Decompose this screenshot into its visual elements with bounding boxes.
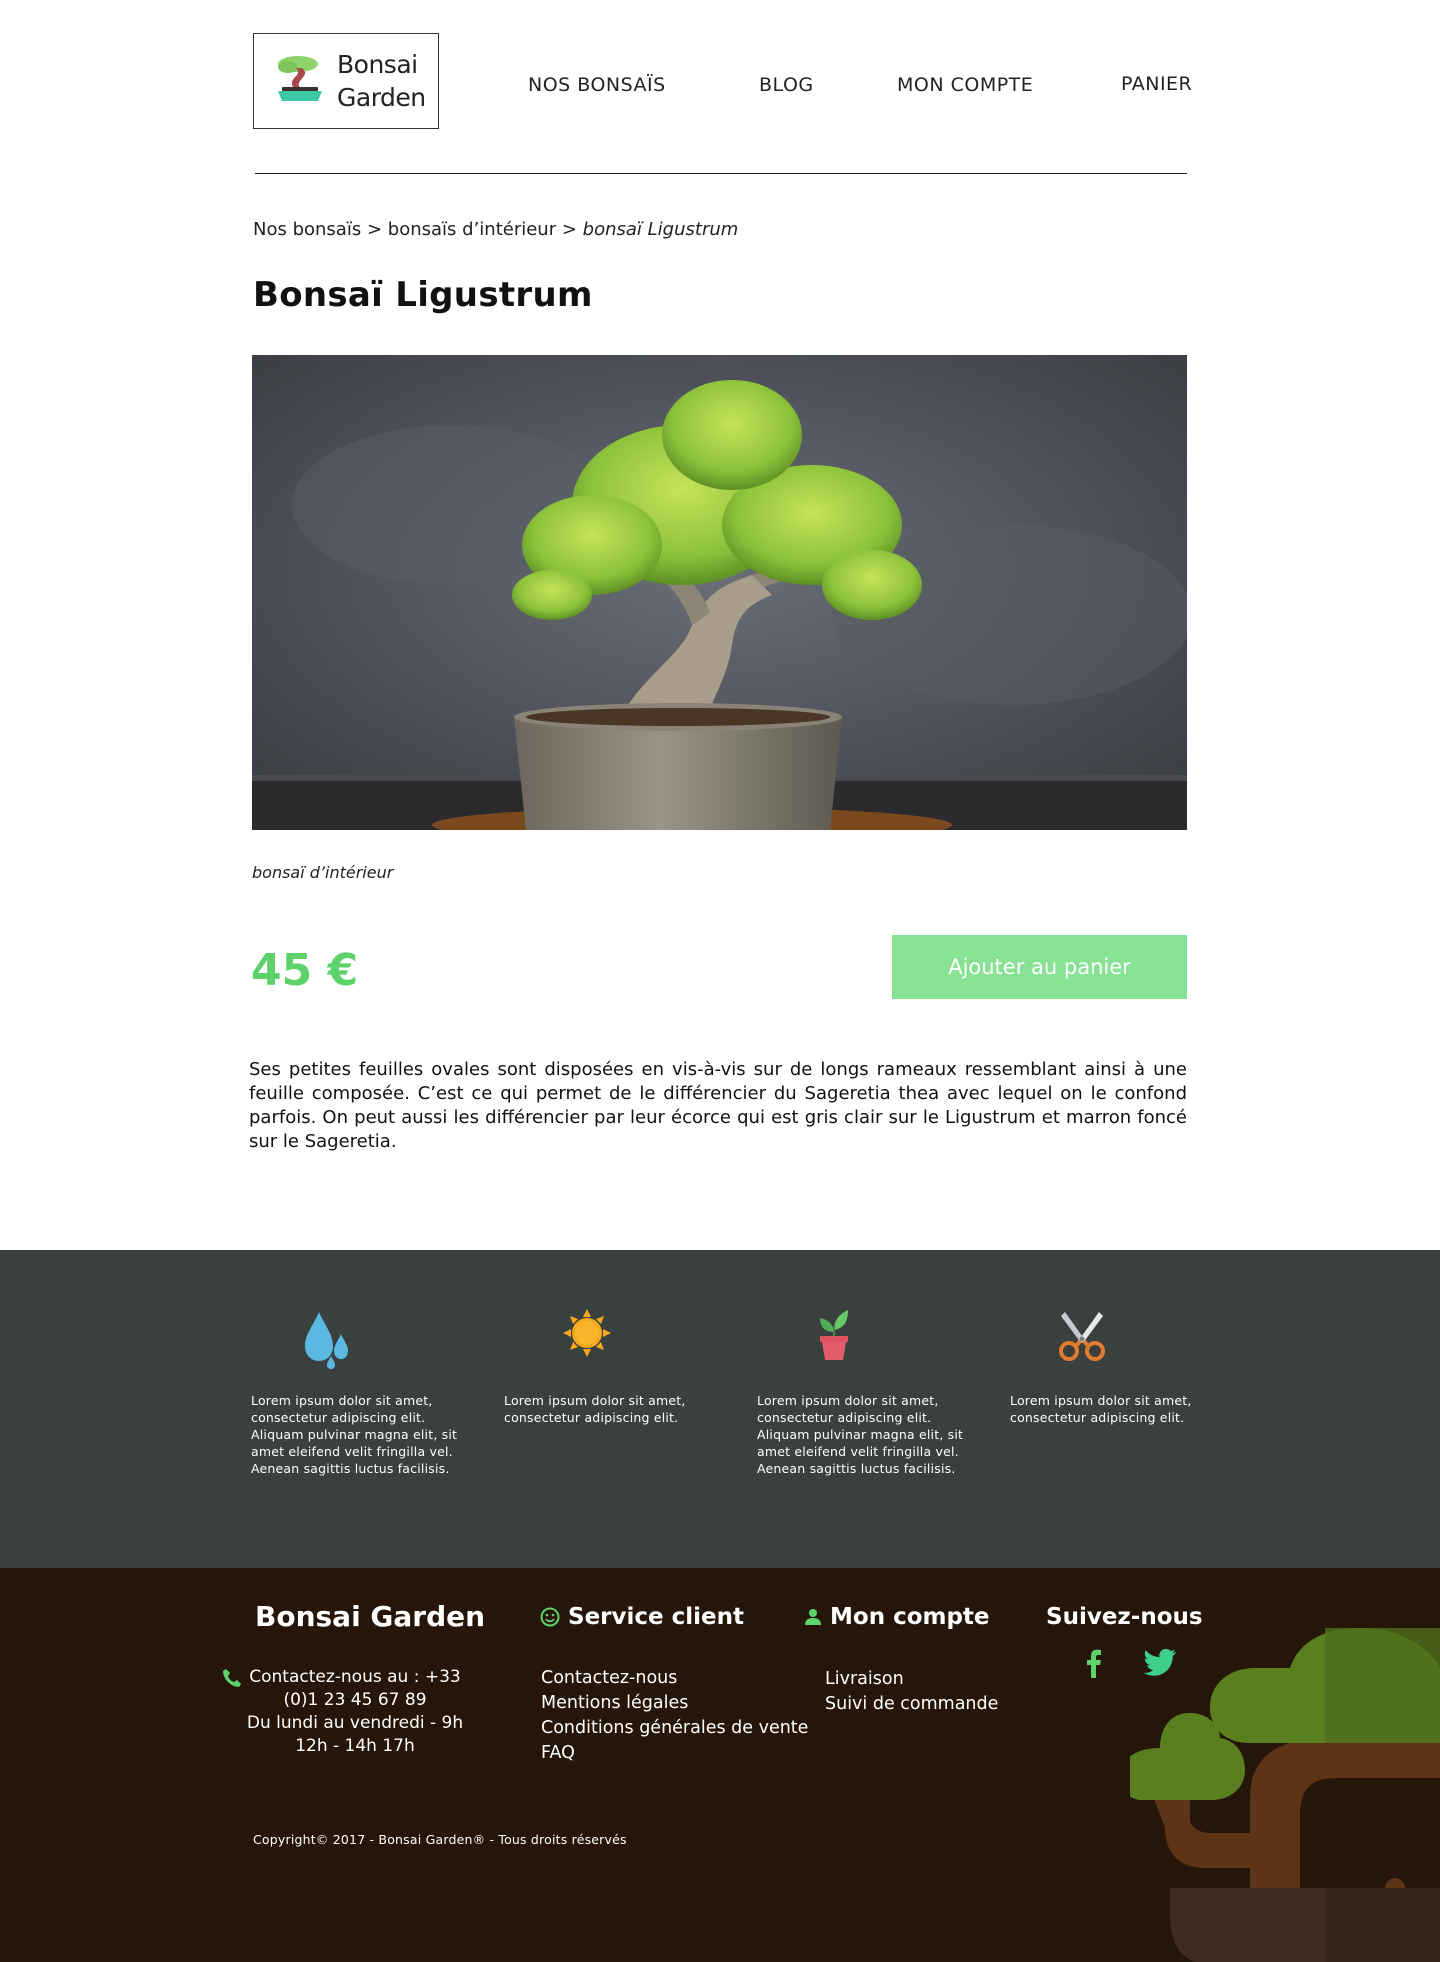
care-text-repotting: Lorem ipsum dolor sit amet, consectetur …: [757, 1393, 964, 1476]
nav-panier[interactable]: PANIER: [1121, 73, 1192, 95]
footer-heading-account: Mon compte: [804, 1604, 990, 1630]
footer-link-faq[interactable]: FAQ: [541, 1741, 808, 1766]
product-image: [252, 355, 1187, 830]
product-description: Ses petites feuilles ovales sont disposé…: [249, 1059, 1187, 1152]
footer-account-links: Livraison Suivi de commande: [825, 1667, 998, 1717]
footer-contact: Contactez-nous au : +33 (0)1 23 45 67 89…: [220, 1666, 490, 1758]
sun-icon: [563, 1309, 611, 1357]
copyright: Copyright© 2017 - Bonsai Garden® - Tous …: [253, 1832, 627, 1847]
logo-text-line1: Bonsai: [337, 50, 418, 79]
header-divider: [255, 173, 1187, 174]
site-footer: Bonsai Garden Contactez-nous au : +33 (0…: [0, 1568, 1440, 1962]
footer-brand: Bonsai Garden: [255, 1600, 486, 1633]
contact-line: Contactez-nous au : +33: [249, 1667, 461, 1687]
footer-link-delivery[interactable]: Livraison: [825, 1667, 998, 1692]
site-header: Bonsai Garden NOS BONSAÏS BLOG MON COMPT…: [0, 0, 1440, 175]
product-category: bonsaï d’intérieur: [252, 863, 394, 882]
footer-heading-service: Service client: [540, 1604, 744, 1630]
potted-plant-icon: [820, 1310, 848, 1360]
bonsai-logo-icon: [278, 56, 322, 101]
breadcrumb-item-interieur[interactable]: bonsaïs d’intérieur: [388, 219, 556, 240]
add-to-cart-button[interactable]: Ajouter au panier: [892, 935, 1187, 999]
facebook-icon: [1087, 1649, 1101, 1678]
footer-heading-follow-label: Suivez-nous: [1046, 1604, 1203, 1630]
nav-blog[interactable]: BLOG: [759, 74, 814, 96]
breadcrumb-separator: >: [561, 219, 577, 240]
footer-heading-follow: Suivez-nous: [1046, 1604, 1203, 1630]
logo-text: Bonsai Garden: [337, 48, 426, 114]
nav-mon-compte[interactable]: MON COMPTE: [897, 74, 1033, 96]
footer-heading-service-label: Service client: [568, 1604, 744, 1630]
care-text-pruning: Lorem ipsum dolor sit amet, consectetur …: [1010, 1393, 1192, 1425]
contact-line: (0)1 23 45 67 89: [283, 1690, 427, 1710]
breadcrumb-item-nos-bonsais[interactable]: Nos bonsaïs: [253, 219, 361, 240]
user-icon: [805, 1609, 821, 1625]
footer-link-contact[interactable]: Contactez-nous: [541, 1666, 808, 1691]
contact-line: 12h - 14h 17h: [295, 1736, 415, 1756]
contact-line: Du lundi au vendredi - 9h: [246, 1713, 464, 1733]
facebook-link[interactable]: [1083, 1648, 1103, 1682]
breadcrumb-separator: >: [366, 219, 383, 240]
site-logo[interactable]: Bonsai Garden: [253, 33, 439, 129]
footer-service-links: Contactez-nous Mentions légales Conditio…: [541, 1666, 808, 1766]
breadcrumb-item-current: bonsaï Ligustrum: [582, 219, 739, 240]
scissors-icon: [1059, 1312, 1105, 1361]
product-price: 45 €: [251, 945, 359, 996]
footer-link-legal[interactable]: Mentions légales: [541, 1691, 808, 1716]
footer-heading-account-label: Mon compte: [830, 1604, 990, 1630]
logo-text-line2: Garden: [337, 83, 426, 112]
footer-link-terms[interactable]: Conditions générales de vente: [541, 1716, 808, 1741]
smiley-icon: [540, 1607, 560, 1627]
product-title: Bonsaï Ligustrum: [253, 275, 593, 315]
care-text-sun: Lorem ipsum dolor sit amet, consectetur …: [504, 1393, 686, 1425]
water-drops-icon: [305, 1312, 348, 1369]
phone-icon: [223, 1669, 241, 1687]
twitter-link[interactable]: [1143, 1648, 1177, 1680]
breadcrumb: Nos bonsaïs > bonsaïs d’intérieur > bons…: [253, 219, 738, 240]
care-instructions: Lorem ipsum dolor sit amet, consectetur …: [0, 1250, 1440, 1568]
footer-link-order-tracking[interactable]: Suivi de commande: [825, 1692, 998, 1717]
twitter-icon: [1143, 1648, 1176, 1676]
care-text-watering: Lorem ipsum dolor sit amet, consectetur …: [251, 1393, 458, 1476]
nav-nos-bonsais[interactable]: NOS BONSAÏS: [528, 74, 666, 96]
